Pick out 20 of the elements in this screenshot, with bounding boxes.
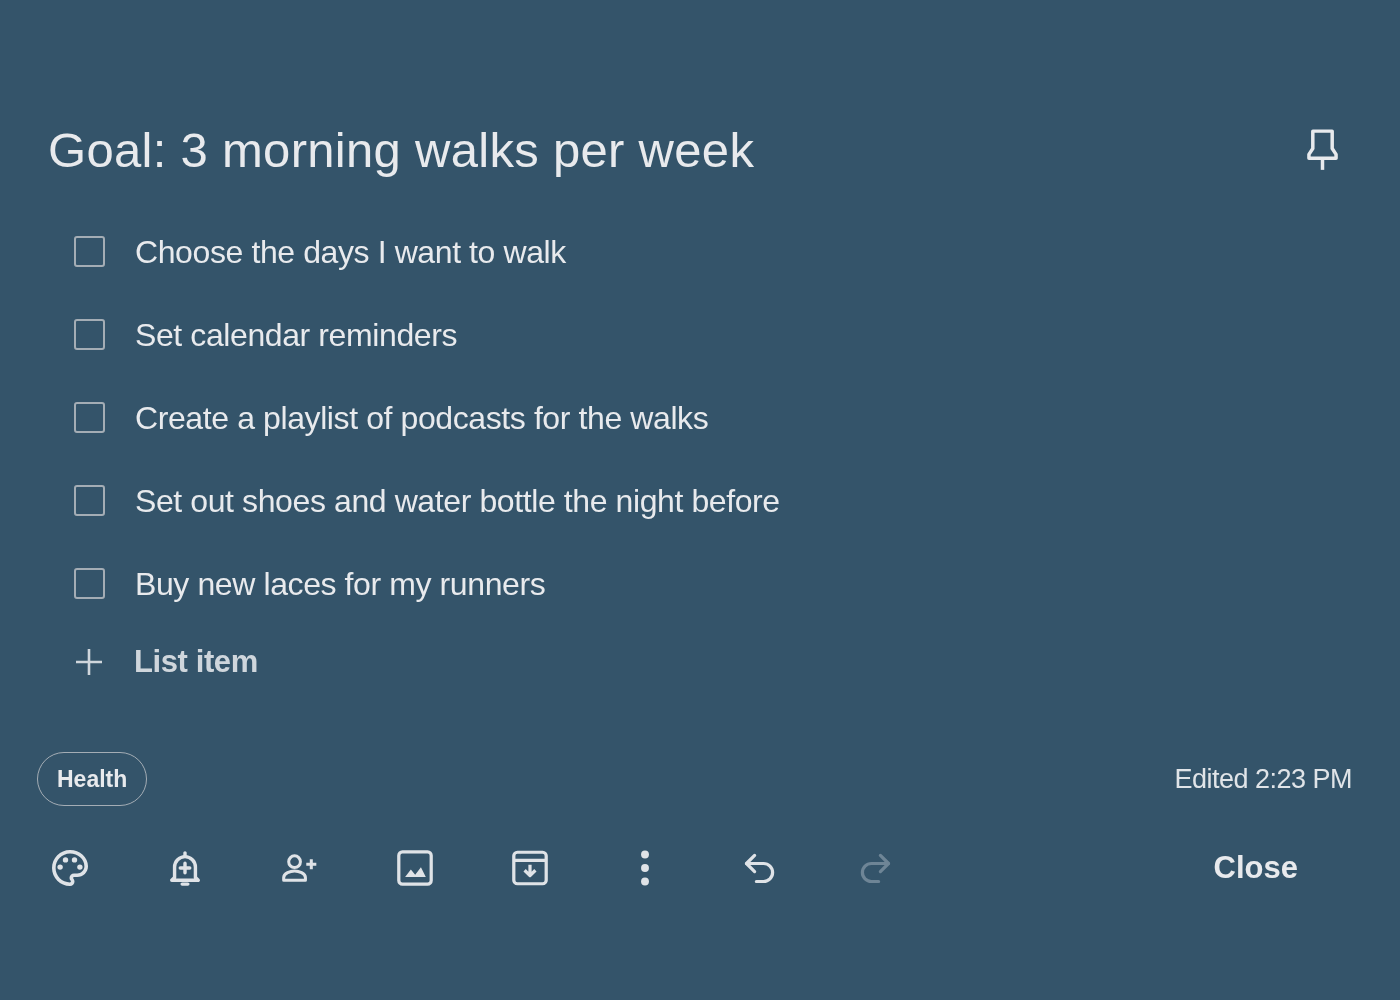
list-item-text: Buy new laces for my runners: [135, 564, 546, 604]
checkbox[interactable]: [74, 236, 105, 267]
edited-time: Edited 2:23 PM: [1174, 763, 1352, 795]
archive-icon[interactable]: [512, 850, 548, 886]
list-item-text: Create a playlist of podcasts for the walks: [135, 398, 709, 438]
list-item-text: Choose the days I want to walk: [135, 232, 566, 272]
checkbox[interactable]: [74, 485, 105, 516]
list-item-text: Set out shoes and water bottle the night before: [135, 481, 780, 521]
list-item-text: Set calendar reminders: [135, 315, 458, 355]
palette-icon[interactable]: [52, 850, 88, 886]
checkbox[interactable]: [74, 402, 105, 433]
add-list-item-button[interactable]: List item: [74, 625, 258, 699]
checkbox[interactable]: [74, 319, 105, 350]
close-button[interactable]: Close: [1189, 842, 1322, 894]
image-icon[interactable]: [397, 850, 433, 886]
bell-plus-icon[interactable]: [167, 850, 203, 886]
checkbox[interactable]: [74, 568, 105, 599]
note-title: Goal: 3 morning walks per week: [48, 122, 755, 179]
pin-icon[interactable]: [1307, 128, 1338, 172]
plus-icon: [76, 649, 102, 675]
